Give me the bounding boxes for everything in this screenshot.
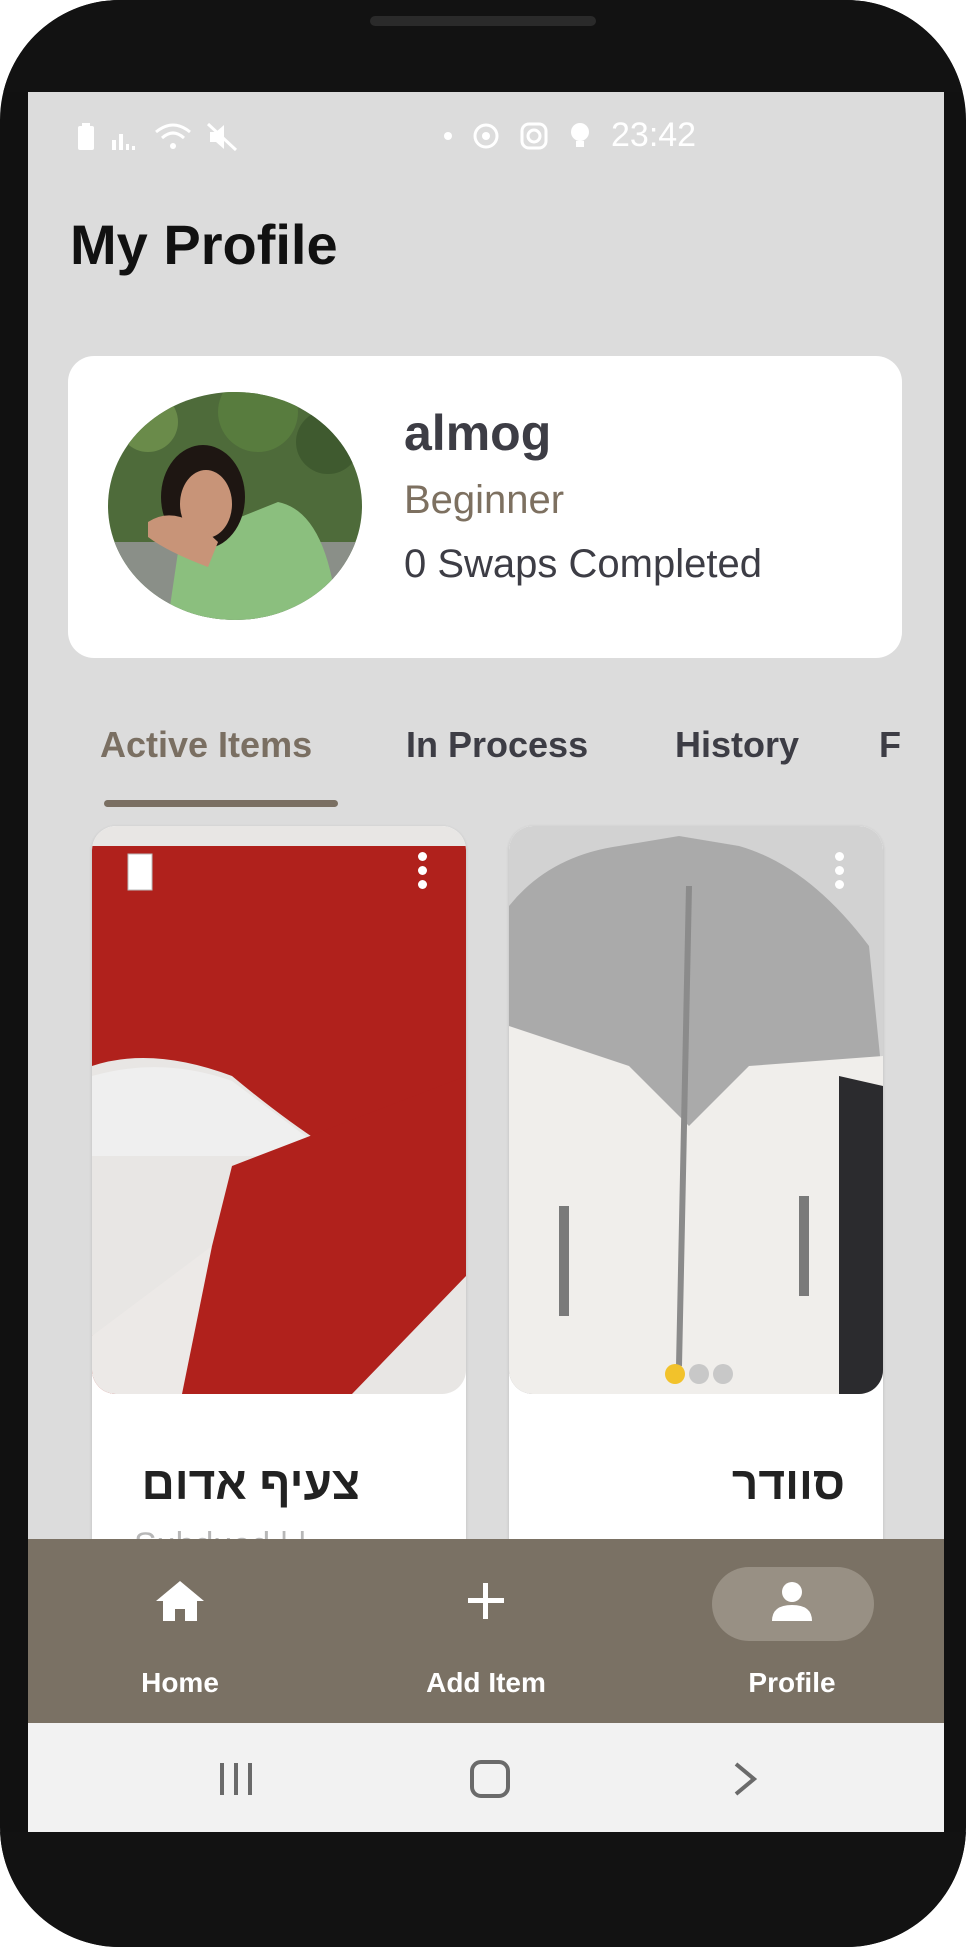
avatar[interactable] <box>108 392 362 620</box>
nav-profile-label: Profile <box>748 1667 836 1698</box>
profile-swaps: 0 Swaps Completed <box>404 542 762 586</box>
tab-indicator <box>104 800 338 807</box>
recent-apps-icon[interactable] <box>216 1761 256 1797</box>
item-title: צעיף אדום <box>141 1457 360 1509</box>
battery-icon <box>78 123 94 150</box>
tab-in-process[interactable]: In Process <box>406 724 588 766</box>
bulb-icon <box>571 122 589 147</box>
phone-frame: 23:42 My Profile almog Beginner 0 Swaps … <box>0 0 966 1947</box>
nav-home-label: Home <box>141 1667 219 1698</box>
profile-name: almog <box>404 405 552 461</box>
sync-icon <box>473 123 499 148</box>
status-bar: 23:42 <box>28 92 944 188</box>
profile-card: almog Beginner 0 Swaps Completed <box>68 356 902 658</box>
instagram-icon <box>520 122 548 149</box>
nav-home[interactable]: Home <box>80 1539 280 1723</box>
dot-icon <box>444 131 452 140</box>
more-options-icon[interactable] <box>833 852 845 892</box>
profile-level: Beginner <box>404 478 565 522</box>
home-icon <box>156 1581 204 1621</box>
speaker-grille <box>370 16 596 26</box>
person-icon <box>772 1582 812 1621</box>
nav-add-item-label: Add Item <box>426 1667 546 1698</box>
phone-top-bezel <box>0 0 966 92</box>
tab-bar: Active Items In Process History F <box>28 724 944 804</box>
phone-bottom-bezel <box>0 1832 966 1947</box>
tab-history[interactable]: History <box>675 724 799 766</box>
tab-favorites[interactable]: F <box>879 724 901 766</box>
nav-profile[interactable]: Profile <box>692 1539 892 1723</box>
mute-icon <box>206 122 238 152</box>
wifi-icon <box>155 123 191 149</box>
signal-icon <box>112 134 135 150</box>
system-navigation-bar <box>28 1723 944 1832</box>
app-screen: 23:42 My Profile almog Beginner 0 Swaps … <box>28 92 944 1832</box>
more-options-icon[interactable] <box>416 852 428 892</box>
status-icons-center: 23:42 <box>443 116 696 155</box>
bottom-navigation: Home Add Item Profile <box>28 1539 944 1723</box>
status-time: 23:42 <box>611 116 697 154</box>
tab-active-items[interactable]: Active Items <box>100 724 312 766</box>
home-button-icon[interactable] <box>469 1759 511 1799</box>
plus-icon <box>468 1583 504 1619</box>
nav-add-item[interactable]: Add Item <box>386 1539 586 1723</box>
item-image[interactable] <box>92 826 466 1394</box>
page-title: My Profile <box>70 213 338 276</box>
item-image[interactable] <box>509 826 883 1394</box>
status-icons-left <box>76 122 238 152</box>
item-title: סוודר <box>731 1457 845 1509</box>
carousel-dots <box>665 1364 733 1384</box>
item-card[interactable]: סוודר <box>509 826 883 1586</box>
back-icon[interactable] <box>730 1761 760 1797</box>
item-card[interactable]: צעיף אדום Subdued | | <box>92 826 466 1586</box>
